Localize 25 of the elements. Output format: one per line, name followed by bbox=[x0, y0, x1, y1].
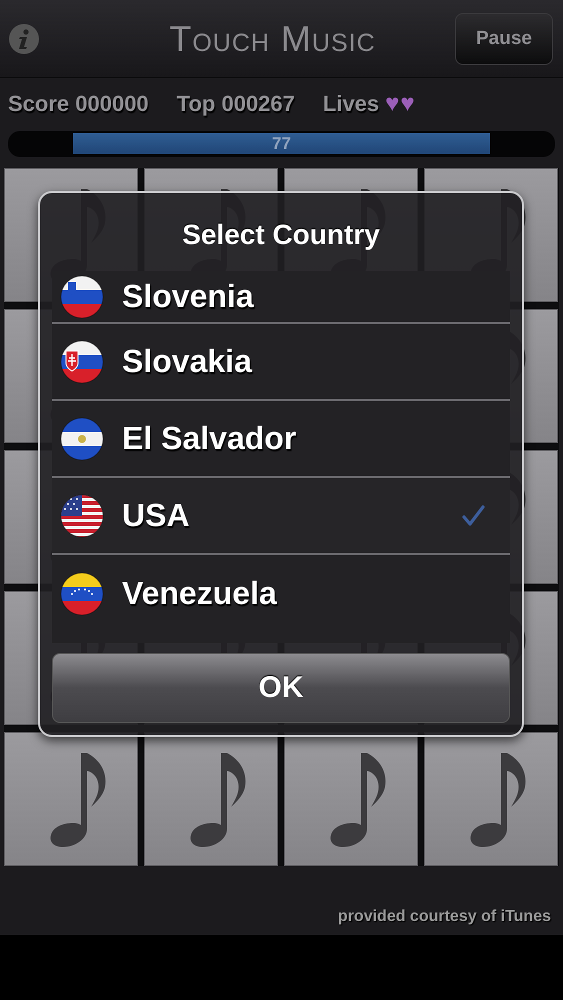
hearts-icon: ♥♥ bbox=[385, 90, 416, 118]
flag-icon bbox=[60, 416, 104, 460]
country-name: El Salvador bbox=[122, 420, 298, 457]
flag-icon bbox=[60, 274, 104, 318]
country-row[interactable]: Slovakia bbox=[52, 324, 510, 401]
timer-reading: 77 bbox=[272, 134, 291, 154]
flag-icon bbox=[60, 572, 104, 616]
country-name: Venezuela bbox=[122, 575, 278, 612]
dialog-title: Select Country bbox=[182, 219, 380, 251]
country-row[interactable]: Venezuela bbox=[52, 555, 510, 632]
country-name: USA bbox=[122, 497, 191, 534]
music-tile[interactable] bbox=[4, 732, 138, 866]
country-name: Slovenia bbox=[122, 278, 255, 315]
lives-label: Lives bbox=[322, 91, 380, 117]
country-name: Slovakia bbox=[122, 343, 254, 380]
info-icon bbox=[8, 22, 40, 54]
ok-button[interactable]: OK bbox=[52, 653, 510, 723]
app-title: Touch Music bbox=[168, 18, 377, 60]
country-row[interactable]: Slovenia bbox=[52, 271, 510, 324]
flag-icon bbox=[60, 340, 104, 384]
music-tile[interactable] bbox=[424, 732, 558, 866]
top-score-label: Top 000267 bbox=[176, 91, 295, 117]
checkmark-icon bbox=[462, 504, 486, 526]
pause-button[interactable]: Pause bbox=[455, 12, 553, 64]
score-label: Score 000000 bbox=[8, 91, 149, 117]
